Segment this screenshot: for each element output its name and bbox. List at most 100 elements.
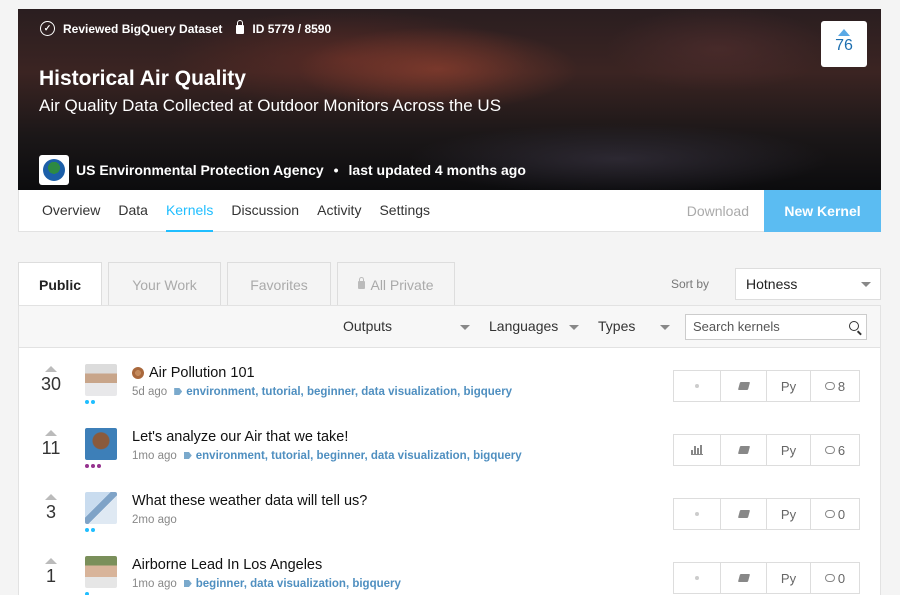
kernel-title[interactable]: Air Pollution 101 [132,365,255,381]
avatar[interactable] [85,492,117,524]
chevron-down-icon[interactable] [460,325,470,330]
kernel-votes: 30 [40,374,62,394]
tab-overview[interactable]: Overview [42,190,100,232]
dataset-upvote-button[interactable]: 76 [821,21,867,67]
tier-dots [85,528,97,532]
upvote-arrow-icon [45,558,57,564]
tag-icon [174,388,183,395]
kernel-upvote[interactable]: 11 [39,430,63,459]
kernel-meta: 1mo ago environment, tutorial, beginner, … [132,450,522,462]
reviewed-badge: Reviewed BigQuery Dataset [63,21,223,36]
kernel-row[interactable]: 1 Airborne Lead In Los Angeles 1mo ago be… [19,546,882,595]
notebook-icon [737,446,750,454]
output-button[interactable] [673,370,721,402]
chevron-down-icon[interactable] [660,325,670,330]
avatar[interactable] [85,364,117,396]
search-icon[interactable] [849,321,859,331]
kernel-title[interactable]: What these weather data will tell us? [132,493,367,509]
notebook-button[interactable] [720,562,767,594]
tag-icon [183,580,192,587]
dataset-vote-count: 76 [835,37,853,54]
comments-button[interactable]: 6 [810,434,860,466]
output-button[interactable] [673,434,721,466]
comment-count: 0 [837,506,846,522]
comments-button[interactable]: 0 [810,562,860,594]
kernel-title-text: What these weather data will tell us? [132,493,368,509]
language-label: Py [780,506,797,522]
kernel-row[interactable]: 3 What these weather data will tell us? … [19,482,882,546]
tab-all-private-label: All Private [370,276,434,293]
kernel-actions: Py 8 [673,370,860,402]
language-button[interactable]: Py [766,434,811,466]
kernel-tags[interactable]: environment, tutorial, beginner, data vi… [196,450,522,462]
kernel-actions: Py 6 [673,434,860,466]
upvote-arrow-icon [45,430,57,436]
kernel-actions: Py 0 [673,562,860,594]
tab-data[interactable]: Data [118,190,148,232]
kernel-tags[interactable]: beginner, data visualization, bigquery [196,578,401,590]
bar-chart-icon [691,444,703,455]
kernel-upvote[interactable]: 1 [39,558,63,587]
kernel-age: 5d ago [132,386,168,398]
language-label: Py [780,442,797,458]
comments-button[interactable]: 8 [810,370,860,402]
owner-name[interactable]: US Environmental Protection Agency [76,162,324,178]
language-button[interactable]: Py [766,498,811,530]
types-filter[interactable]: Types [598,306,635,347]
sort-select[interactable]: Hotness [735,268,881,300]
tab-kernels[interactable]: Kernels [165,190,214,232]
sort-label: Sort by [670,277,709,291]
kernel-row[interactable]: 30 Air Pollution 101 5d ago environment, … [19,354,882,418]
output-button[interactable] [673,562,721,594]
kernel-title-text: Let's analyze our Air that we take! [132,429,349,445]
kernel-tags[interactable]: environment, tutorial, beginner, data vi… [186,386,512,398]
lock-icon [236,20,245,34]
notebook-icon [737,382,750,390]
kernel-votes: 3 [45,502,56,522]
epa-logo[interactable] [39,155,69,185]
chevron-down-icon[interactable] [569,325,579,330]
kernel-row[interactable]: 11 Let's analyze our Air that we take! 1… [19,418,882,482]
notebook-button[interactable] [720,498,767,530]
language-button[interactable]: Py [766,562,811,594]
tab-favorites[interactable]: Favorites [227,262,331,306]
kernel-title[interactable]: Airborne Lead In Los Angeles [132,557,322,573]
output-dot-icon [695,576,699,580]
tab-all-private[interactable]: All Private [337,262,455,306]
upvote-arrow-icon [45,494,57,500]
output-button[interactable] [673,498,721,530]
kernel-age: 2mo ago [132,514,177,526]
comment-count: 8 [837,378,846,394]
outputs-filter[interactable]: Outputs [343,306,392,347]
comment-icon [824,510,835,518]
search-placeholder: Search kernels [693,319,780,334]
kernel-meta: 5d ago environment, tutorial, beginner, d… [132,386,512,398]
language-button[interactable]: Py [766,370,811,402]
kernel-votes: 11 [41,438,61,458]
new-kernel-button[interactable]: New Kernel [764,190,881,232]
tab-activity[interactable]: Activity [317,190,361,232]
tab-your-work[interactable]: Your Work [108,262,221,306]
kernel-meta: 2mo ago [132,514,177,526]
kernel-title[interactable]: Let's analyze our Air that we take! [132,429,348,445]
kernel-upvote[interactable]: 3 [39,494,63,523]
tab-settings[interactable]: Settings [379,190,430,232]
dataset-id: ID 5779 / 8590 [252,21,332,36]
avatar[interactable] [85,556,117,588]
search-input[interactable]: Search kernels [685,314,867,340]
output-dot-icon [695,512,699,516]
check-circle-icon: ✓ [40,21,55,36]
upvote-arrow-icon [838,29,850,36]
dataset-title: Historical Air Quality [39,67,246,90]
avatar[interactable] [85,428,117,460]
comments-button[interactable]: 0 [810,498,860,530]
tab-discussion[interactable]: Discussion [231,190,299,232]
download-button[interactable]: Download [687,190,749,232]
notebook-button[interactable] [720,434,767,466]
medal-icon [132,367,144,379]
tab-public[interactable]: Public [18,262,102,306]
kernel-list: 30 Air Pollution 101 5d ago environment, … [18,348,881,595]
kernel-upvote[interactable]: 30 [39,366,63,395]
notebook-button[interactable] [720,370,767,402]
languages-filter[interactable]: Languages [489,306,558,347]
